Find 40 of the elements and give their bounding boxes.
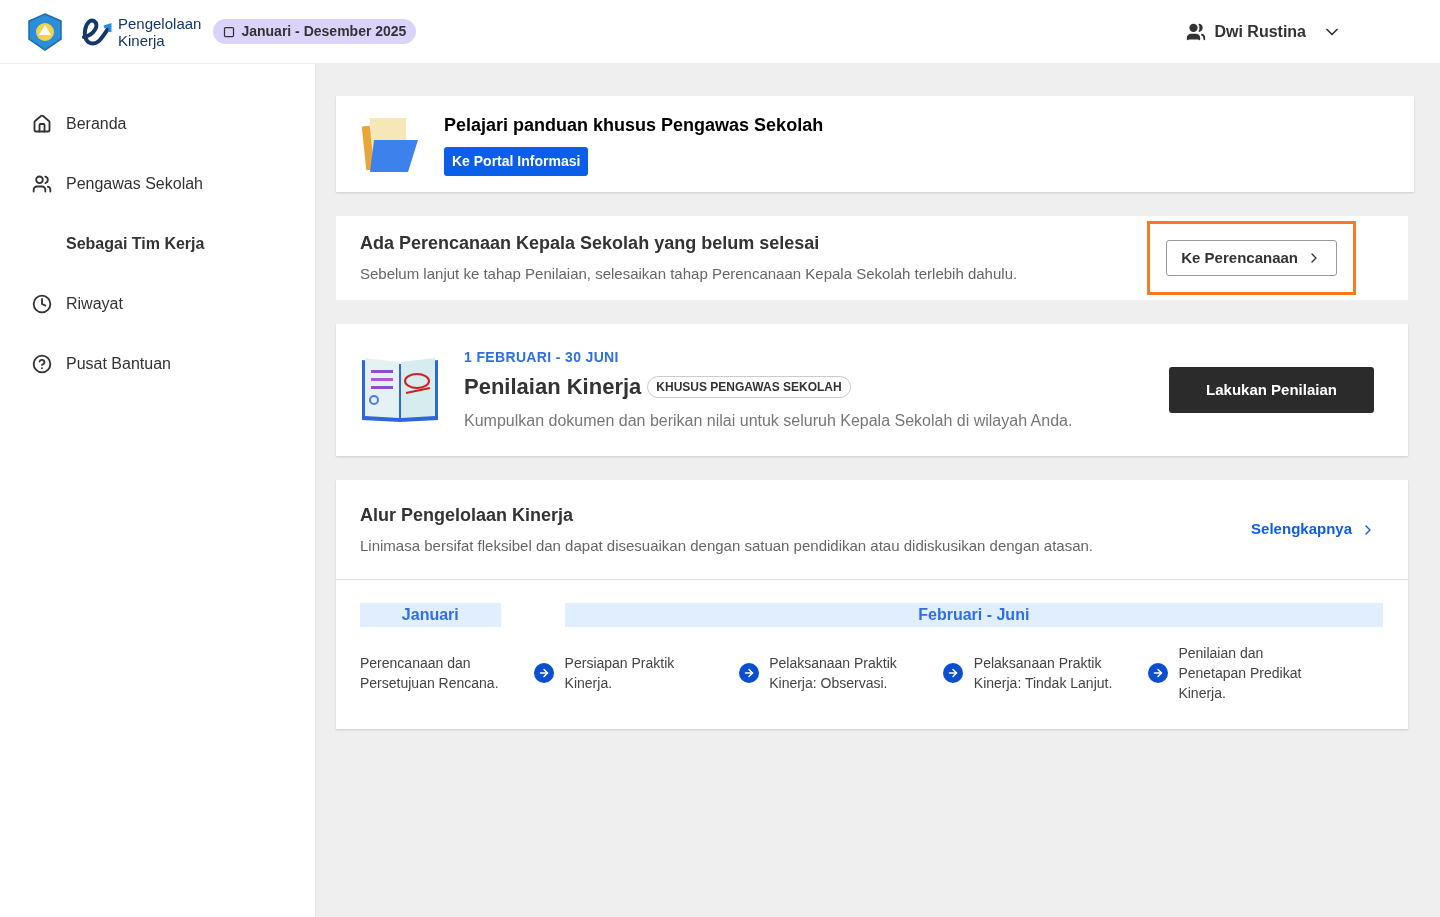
help-icon bbox=[32, 354, 52, 374]
planning-button[interactable]: Ke Perencanaan bbox=[1166, 240, 1337, 276]
phase-label: Januari bbox=[360, 603, 501, 627]
arrow-right-icon bbox=[738, 663, 759, 683]
assess-button[interactable]: Lakukan Penilaian bbox=[1169, 367, 1374, 413]
sidebar-item[interactable]: Beranda bbox=[0, 94, 315, 154]
arrow-right-icon bbox=[943, 663, 964, 683]
step-text: Persiapan Praktik Kinerja. bbox=[564, 654, 676, 693]
user-menu[interactable]: Dwi Rustina bbox=[1186, 19, 1342, 44]
alert-title: Ada Perencanaan Kepala Sekolah yang belum selesai bbox=[360, 232, 821, 256]
arrow-right-icon bbox=[1147, 663, 1168, 683]
period-label: 1 FEBRUARI - 30 JUNI bbox=[464, 348, 620, 367]
assessment-title: Penilaian Kinerja bbox=[464, 373, 642, 401]
home-icon bbox=[32, 114, 52, 134]
app-name: Pengelolaan bbox=[118, 14, 202, 32]
sidebar-item[interactable]: Riwayat bbox=[0, 274, 315, 334]
app-name: Kinerja bbox=[118, 31, 165, 49]
step-text: Penilaian dan Penetapan Predikat Kinerja. bbox=[1178, 644, 1303, 703]
phase-label: Februari - Juni bbox=[564, 603, 1383, 627]
flow-description: Linimasa bersifat fleksibel dan dapat disesuaikan dengan satuan pendidikan atau didiskusikan dengan atasan. bbox=[360, 535, 1093, 556]
sidebar-subitem[interactable]: Sebagai Tim Kerja bbox=[0, 214, 315, 274]
clock-icon bbox=[32, 294, 52, 314]
sidebar-item[interactable]: Pusat Bantuan bbox=[0, 334, 315, 394]
people-icon bbox=[1186, 21, 1207, 42]
period-text: Januari - Desember 2025 bbox=[241, 22, 407, 41]
more-link[interactable]: Selengkapnya bbox=[1251, 518, 1376, 541]
flow-title: Alur Pengelolaan Kinerja bbox=[360, 503, 575, 527]
assessment-description: Kumpulkan dokumen dan berikan nilai untuk seluruh Kepala Sekolah di wilayah Anda. bbox=[464, 411, 1073, 431]
emblem-logo bbox=[26, 12, 64, 51]
swoosh-logo bbox=[80, 16, 114, 47]
guide-title: Pelajari panduan khusus Pengawas Sekolah bbox=[444, 114, 824, 137]
step-text: Perencanaan dan Persetujuan Rencana. bbox=[360, 654, 500, 693]
step-text: Pelaksanaan Praktik Kinerja: Observasi. bbox=[769, 654, 898, 693]
arrow-right-icon bbox=[534, 663, 554, 683]
square-icon bbox=[223, 25, 236, 38]
step-text: Pelaksanaan Praktik Kinerja: Tindak Lanjut. bbox=[973, 654, 1114, 693]
portal-button[interactable]: Ke Portal Informasi bbox=[444, 147, 589, 176]
sidebar-item[interactable]: Pengawas Sekolah bbox=[0, 154, 315, 214]
alert-description: Sebelum lanjut ke tahap Penilaian, selesaikan tahap Perencanaan Kepala Sekolah terlebih dahulu. bbox=[360, 264, 1018, 285]
people-icon bbox=[32, 174, 52, 194]
